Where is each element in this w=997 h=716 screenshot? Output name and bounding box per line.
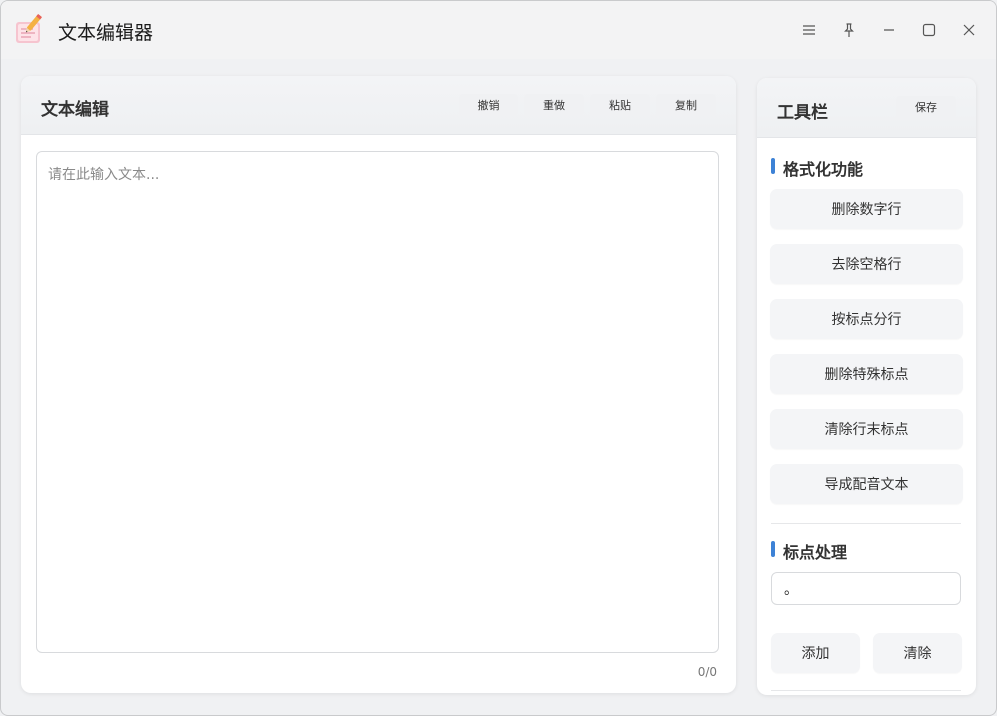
delete-number-lines-button[interactable]: 删除数字行: [770, 189, 963, 229]
editor-panel: 文本编辑 撤销 重做 粘贴 复制 0/0: [21, 76, 736, 693]
paste-button[interactable]: 粘贴: [590, 94, 650, 116]
pin-icon[interactable]: [837, 18, 861, 42]
app-title: 文本编辑器: [58, 22, 154, 44]
minimize-icon[interactable]: [877, 18, 901, 42]
editor-panel-header: 文本编辑 撤销 重做 粘贴 复制: [21, 76, 736, 135]
maximize-icon[interactable]: [917, 18, 941, 42]
editor-panel-title: 文本编辑: [41, 100, 109, 120]
save-button[interactable]: 保存: [896, 96, 956, 118]
redo-button[interactable]: 重做: [524, 94, 584, 116]
toolbar-panel: 工具栏 保存 格式化功能 删除数字行 去除空格行 按标点分行 删除特殊标点 清除…: [757, 78, 976, 695]
toolbar-panel-title: 工具栏: [777, 103, 828, 123]
title-bar: 文本编辑器: [1, 1, 996, 59]
copy-button[interactable]: 复制: [656, 94, 716, 116]
text-editor-area[interactable]: [36, 151, 719, 653]
clear-line-end-punctuation-button[interactable]: 清除行末标点: [770, 409, 963, 449]
app-window: 文本编辑器 文本编辑 撤销 重做 粘贴 复制 0/0 工具栏: [0, 0, 997, 716]
add-button[interactable]: 添加: [771, 633, 860, 673]
undo-button[interactable]: 撤销: [459, 94, 518, 116]
section-divider: [771, 523, 961, 524]
format-section-title: 格式化功能: [771, 156, 863, 180]
bottom-divider: [771, 690, 961, 691]
punct-section-title: 标点处理: [771, 539, 847, 563]
export-dubbing-text-button[interactable]: 导成配音文本: [770, 464, 963, 504]
toolbar-panel-header: 工具栏 保存: [757, 78, 976, 138]
split-by-punctuation-button[interactable]: 按标点分行: [770, 299, 963, 339]
clear-button[interactable]: 清除: [873, 633, 962, 673]
remove-blank-lines-button[interactable]: 去除空格行: [770, 244, 963, 284]
close-icon[interactable]: [957, 18, 981, 42]
menu-icon[interactable]: [797, 18, 821, 42]
notepad-pencil-icon: [13, 13, 45, 45]
punctuation-input[interactable]: [771, 572, 961, 605]
delete-special-punctuation-button[interactable]: 删除特殊标点: [770, 354, 963, 394]
character-counter: 0/0: [697, 665, 717, 679]
